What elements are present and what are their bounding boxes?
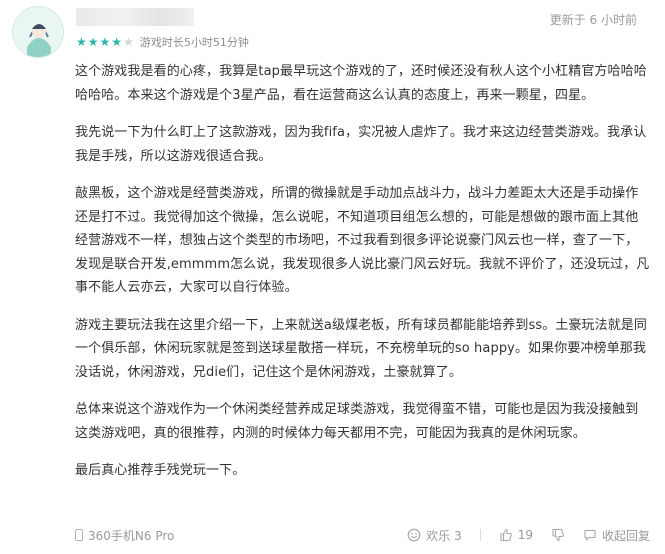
review-actions: 欢乐 3 19 收起回复 [407,527,650,544]
star-filled-icon: ★ [76,35,87,49]
comment-icon [584,529,596,541]
username-redacted [76,8,194,26]
collapse-replies-label: 收起回复 [601,528,650,543]
review-body: 这个游戏我是看的心疼，我算是tap最早玩这个游戏的了，还时候还没有秋人这个小杠精… [75,60,650,497]
thumbs-up-icon [500,528,512,542]
smile-icon [407,528,421,542]
divider [479,529,481,541]
phone-icon [75,529,83,541]
review-paragraph: 总体来说这个游戏作为一个休闲类经营养成足球类游戏，我觉得蛮不错，可能也是因为我没… [75,402,639,441]
rating-row: ★ ★ ★ ★ ★ 游戏时长5小时51分钟 [76,34,249,50]
review-paragraph: 我先说一下为什么盯上了这款游戏，因为我fifa，实况被人虐炸了。我才来这边经营类… [75,125,647,164]
playtime: 游戏时长5小时51分钟 [139,36,249,49]
device-info: 360手机N6 Pro [75,527,174,544]
upvote-count: 19 [517,528,533,542]
thumbs-down-icon [552,528,564,542]
star-empty-icon: ★ [123,35,134,49]
star-filled-icon: ★ [87,35,99,49]
star-filled-icon: ★ [99,35,111,49]
star-filled-icon: ★ [111,35,123,49]
collapse-replies-button[interactable]: 收起回复 [583,527,650,544]
avatar[interactable] [12,6,64,58]
star-rating: ★ ★ ★ ★ ★ [76,35,134,49]
review-paragraph: 敲黑板，这个游戏是经营类游戏，所谓的微操就是手动加点战斗力，战斗力差距太大还是手… [75,186,650,295]
review-paragraph: 游戏主要玩法我在这里介绍一下，上来就送a级煤老板，所有球员都能能培养到ss。土豪… [75,317,648,380]
review-header: 更新于 6 小时前 ★ ★ ★ ★ ★ 游戏时长5小时51分钟 [0,0,665,60]
upvote-button[interactable]: 19 [499,528,533,542]
review-footer: 360手机N6 Pro 欢乐 3 19 收起回复 [75,524,650,546]
updated-timestamp: 更新于 6 小时前 [549,13,637,27]
funny-button[interactable]: 欢乐 3 [407,527,462,544]
avatar-illustration-icon [13,7,63,57]
review-paragraph: 这个游戏我是看的心疼，我算是tap最早玩这个游戏的了，还时候还没有秋人这个小杠精… [75,64,647,103]
device-name: 360手机N6 Pro [88,528,175,543]
review-paragraph: 最后真心推荐手残党玩一下。 [75,463,246,478]
downvote-button[interactable] [551,528,565,542]
funny-count: 欢乐 3 [426,528,462,543]
